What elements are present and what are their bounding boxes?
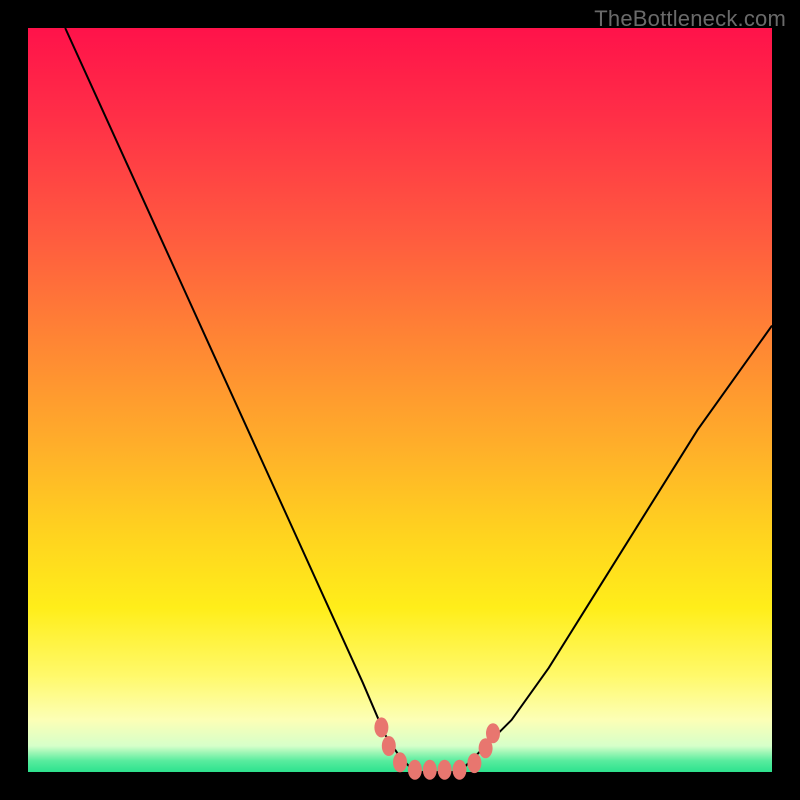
highlight-marker [438, 760, 452, 780]
highlight-marker [408, 760, 422, 780]
highlight-marker [453, 760, 467, 780]
chart-plot-area [28, 28, 772, 772]
chart-frame: TheBottleneck.com [0, 0, 800, 800]
highlight-marker [486, 723, 500, 743]
highlight-marker [467, 753, 481, 773]
highlight-marker [374, 717, 388, 737]
chart-svg [28, 28, 772, 772]
highlight-marker [382, 736, 396, 756]
watermark-text: TheBottleneck.com [594, 6, 786, 32]
bottleneck-curve [65, 28, 772, 772]
highlight-markers [374, 717, 500, 779]
highlight-marker [423, 760, 437, 780]
highlight-marker [393, 752, 407, 772]
